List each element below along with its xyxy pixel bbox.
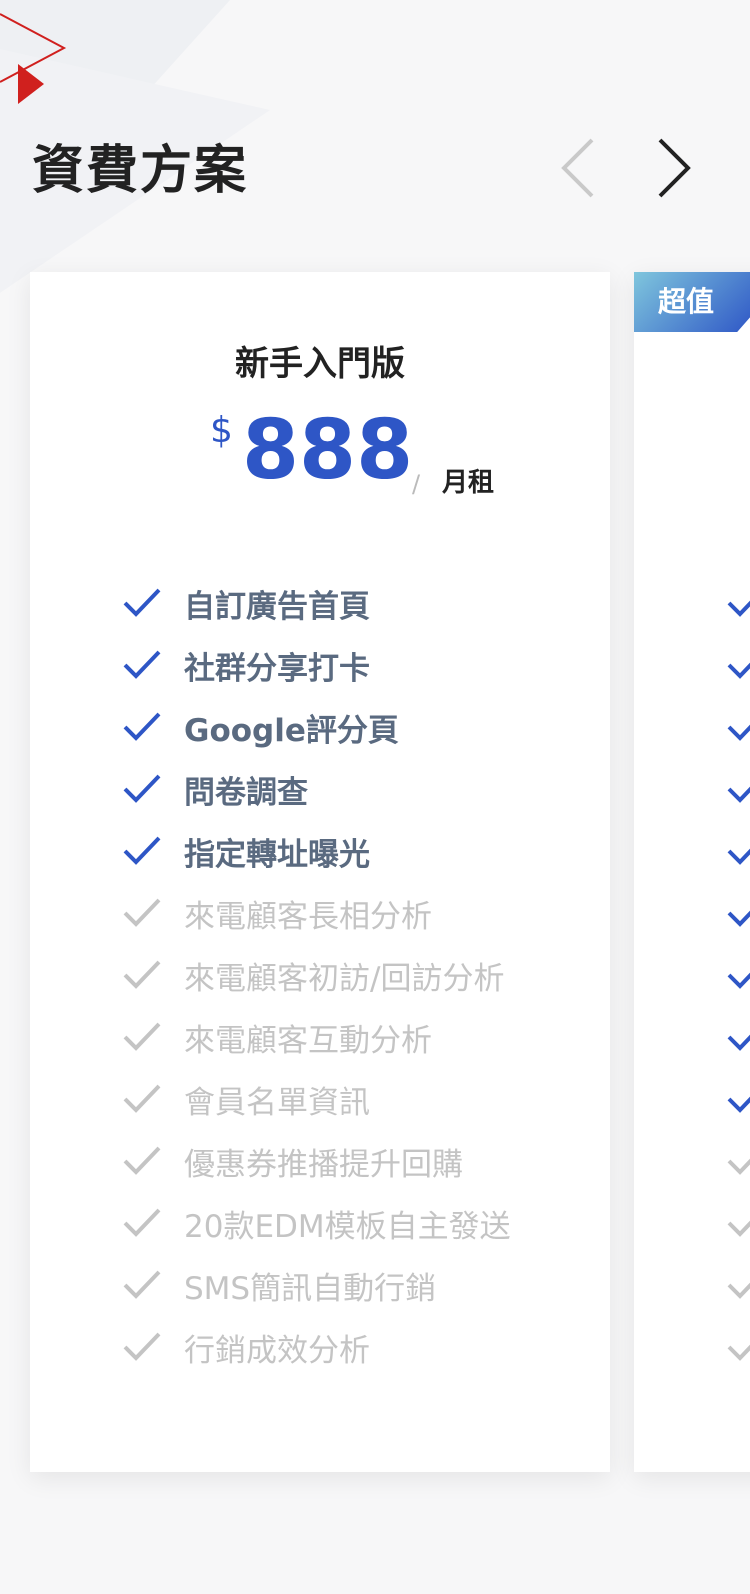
plan-card-value[interactable]: 超值 [634,272,750,1472]
check-icon [123,1270,161,1299]
check-icon [727,910,750,927]
price-currency: $ [210,410,233,451]
check-icon [123,650,161,679]
chevron-left-icon [561,138,594,198]
feature-item [726,882,750,944]
check-icon [123,712,161,741]
feature-item: 來電顧客長相分析 [122,882,511,944]
price-amount: 888 [242,403,414,498]
feature-item: Google評分頁 [122,696,511,758]
check-icon [727,1158,750,1175]
feature-label: 問卷調查 [184,774,308,811]
check-icon [123,898,161,927]
feature-label: 優惠券推播提升回購 [184,1146,463,1183]
feature-item [726,1068,750,1130]
feature-label: 會員名單資訊 [184,1084,370,1121]
feature-item: 來電顧客互動分析 [122,1006,511,1068]
check-icon [727,972,750,989]
feature-label: 行銷成效分析 [184,1332,370,1369]
prev-button[interactable] [556,136,600,200]
feature-item [726,758,750,820]
check-icon [123,1022,161,1051]
check-icon [727,1034,750,1051]
feature-item: 社群分享打卡 [122,634,511,696]
feature-label: 來電顧客互動分析 [184,1022,432,1059]
check-icon [727,1220,750,1237]
price-separator: ∕ [412,470,421,498]
feature-item [726,634,750,696]
check-icon [123,960,161,989]
feature-item [726,1130,750,1192]
feature-label: 指定轉址曝光 [184,836,370,873]
feature-item [726,944,750,1006]
section-title: 資費方案 [32,141,249,201]
feature-item: SMS簡訊自動行銷 [122,1254,511,1316]
feature-list [726,572,750,1378]
next-button[interactable] [652,136,696,200]
feature-item: 問卷調查 [122,758,511,820]
check-icon [123,1332,161,1361]
feature-item: 指定轉址曝光 [122,820,511,882]
feature-item [726,820,750,882]
feature-item: 行銷成效分析 [122,1316,511,1378]
feature-item [726,1192,750,1254]
feature-label: 自訂廣告首頁 [184,588,370,625]
feature-label: Google評分頁 [184,712,399,749]
price-unit: 月租 [442,468,495,498]
feature-list: 自訂廣告首頁 社群分享打卡 Google評分頁 問卷調查 指定轉址曝光 來電顧客… [122,572,511,1378]
feature-label: 20款EDM模板自主發送 [184,1208,511,1245]
check-icon [727,786,750,803]
feature-item: 會員名單資訊 [122,1068,511,1130]
check-icon [727,1096,750,1113]
check-icon [727,662,750,679]
feature-item [726,1316,750,1378]
feature-label: 來電顧客長相分析 [184,898,432,935]
check-icon [123,1208,161,1237]
feature-item [726,1006,750,1068]
check-icon [727,600,750,617]
feature-label: SMS簡訊自動行銷 [184,1270,437,1307]
feature-item [726,696,750,758]
pricing-page: 資費方案 新手入門版 $ 888 ∕ 月租 自訂廣告首頁 社群分享打卡 Goog… [0,0,750,1594]
feature-label: 社群分享打卡 [184,650,370,687]
check-icon [123,1146,161,1175]
check-icon [727,848,750,865]
check-icon [727,1344,750,1361]
feature-item [726,1254,750,1316]
feature-item: 自訂廣告首頁 [122,572,511,634]
plan-name: 新手入門版 [235,344,405,384]
feature-label: 來電顧客初訪/回訪分析 [184,960,505,997]
check-icon [727,724,750,741]
check-icon [123,588,161,617]
feature-item: 20款EDM模板自主發送 [122,1192,511,1254]
plan-card-starter: 新手入門版 $ 888 ∕ 月租 自訂廣告首頁 社群分享打卡 Google評分頁… [30,272,610,1472]
check-icon [727,1282,750,1299]
feature-item [726,572,750,634]
chevron-right-icon [658,138,691,198]
value-badge: 超值 [634,272,750,332]
feature-item: 優惠券推播提升回購 [122,1130,511,1192]
check-icon [123,836,161,865]
plan-price: $ 888 ∕ 月租 [180,403,520,510]
check-icon [123,1084,161,1113]
check-icon [123,774,161,803]
feature-item: 來電顧客初訪/回訪分析 [122,944,511,1006]
